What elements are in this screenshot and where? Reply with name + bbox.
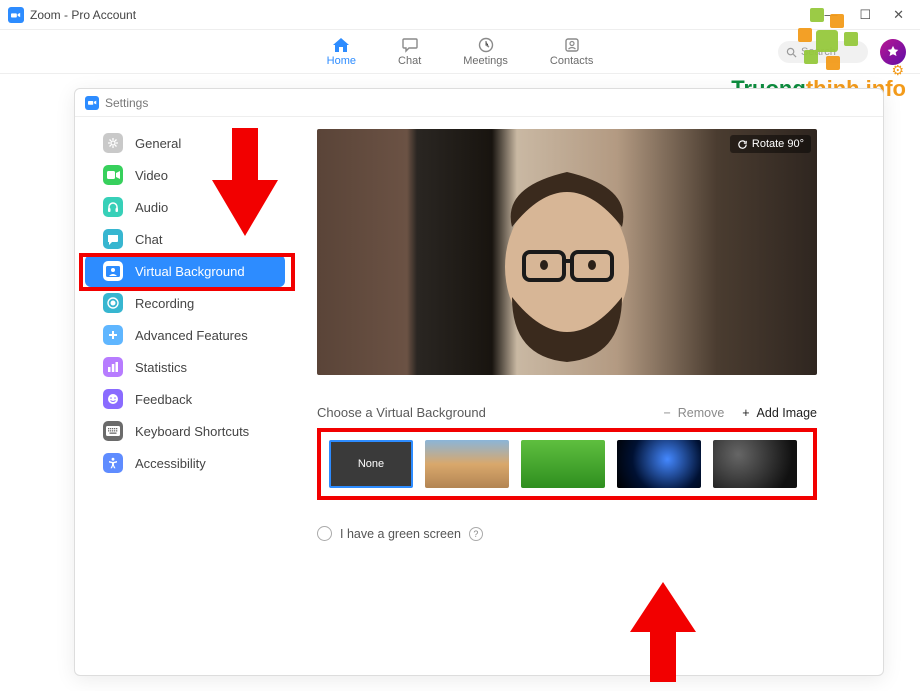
- gear-watermark-icon: ⚙: [891, 62, 904, 79]
- sidebar-item-label: General: [135, 136, 181, 151]
- nav-meetings[interactable]: Meetings: [463, 36, 508, 67]
- settings-content: Rotate 90° Choose a Virtual Background −…: [295, 117, 883, 675]
- sidebar-item-label: Accessibility: [135, 456, 206, 471]
- sidebar-item-label: Advanced Features: [135, 328, 248, 343]
- video-preview: Rotate 90°: [317, 129, 817, 375]
- background-thumbnails: None: [329, 440, 805, 488]
- nav-home[interactable]: Home: [327, 36, 356, 67]
- sidebar-item-audio[interactable]: Audio: [85, 191, 285, 223]
- record-icon: [103, 293, 123, 313]
- search-icon: [786, 47, 797, 58]
- sidebar-item-label: Audio: [135, 200, 168, 215]
- settings-title: Settings: [105, 96, 148, 110]
- bg-none-label: None: [358, 458, 384, 470]
- home-icon: [332, 36, 350, 54]
- zoom-icon-small: [85, 96, 99, 110]
- keyboard-icon: [103, 421, 123, 441]
- search-placeholder: Search: [801, 46, 836, 58]
- green-screen-row: I have a green screen ?: [317, 526, 861, 541]
- user-card-icon: [103, 261, 123, 281]
- sidebar-item-label: Video: [135, 168, 168, 183]
- gear-icon: [103, 133, 123, 153]
- settings-sidebar: General Video Audio Chat: [75, 117, 295, 675]
- window-title: Zoom - Pro Account: [30, 8, 136, 22]
- choose-bg-label: Choose a Virtual Background: [317, 405, 486, 420]
- sidebar-item-feedback[interactable]: Feedback: [85, 383, 285, 415]
- settings-window: Settings General Video Audio: [74, 88, 884, 676]
- titlebar: Zoom - Pro Account — ☐ ✕: [0, 0, 920, 30]
- webcam-person: [482, 157, 652, 367]
- help-icon[interactable]: ?: [469, 527, 483, 541]
- close-button[interactable]: ✕: [893, 7, 904, 23]
- minimize-button[interactable]: —: [824, 7, 837, 23]
- add-image-button[interactable]: + Add Image: [742, 406, 817, 420]
- sidebar-item-accessibility[interactable]: Accessibility: [85, 447, 285, 479]
- contacts-icon: [564, 36, 580, 54]
- maximize-button[interactable]: ☐: [859, 7, 871, 23]
- search-input[interactable]: Search: [778, 41, 868, 63]
- top-nav: Home Chat Meetings Contacts Search: [0, 30, 920, 74]
- sidebar-item-statistics[interactable]: Statistics: [85, 351, 285, 383]
- chat-bubble-icon: [103, 229, 123, 249]
- green-screen-checkbox[interactable]: [317, 526, 332, 541]
- sidebar-item-virtual-background[interactable]: Virtual Background: [85, 255, 285, 287]
- nav-home-label: Home: [327, 55, 356, 67]
- rotate-label: Rotate 90°: [752, 138, 804, 150]
- green-screen-label: I have a green screen: [340, 527, 461, 541]
- sidebar-item-label: Virtual Background: [135, 264, 245, 279]
- smile-icon: [103, 389, 123, 409]
- video-icon: [103, 165, 123, 185]
- sidebar-item-recording[interactable]: Recording: [85, 287, 285, 319]
- settings-header: Settings: [75, 89, 883, 117]
- sidebar-item-label: Recording: [135, 296, 194, 311]
- sidebar-item-label: Keyboard Shortcuts: [135, 424, 249, 439]
- sidebar-item-chat[interactable]: Chat: [85, 223, 285, 255]
- nav-contacts[interactable]: Contacts: [550, 36, 593, 67]
- nav-contacts-label: Contacts: [550, 55, 593, 67]
- rotate-button[interactable]: Rotate 90°: [730, 135, 811, 153]
- nav-chat-label: Chat: [398, 55, 421, 67]
- zoom-app-icon: [8, 7, 24, 23]
- bg-option-grass[interactable]: [521, 440, 605, 488]
- sidebar-item-general[interactable]: General: [85, 127, 285, 159]
- bg-option-earth[interactable]: [617, 440, 701, 488]
- chat-icon: [401, 36, 419, 54]
- clock-icon: [478, 36, 494, 54]
- nav-meetings-label: Meetings: [463, 55, 508, 67]
- sidebar-item-label: Feedback: [135, 392, 192, 407]
- nav-chat[interactable]: Chat: [398, 36, 421, 67]
- accessibility-icon: [103, 453, 123, 473]
- bg-option-none[interactable]: None: [329, 440, 413, 488]
- bg-option-custom[interactable]: [713, 440, 797, 488]
- headphones-icon: [103, 197, 123, 217]
- plus-icon: [103, 325, 123, 345]
- sidebar-item-video[interactable]: Video: [85, 159, 285, 191]
- background-thumbnails-highlight: None: [317, 428, 817, 500]
- choose-bg-row: Choose a Virtual Background − Remove + A…: [317, 405, 817, 420]
- bars-icon: [103, 357, 123, 377]
- sidebar-item-label: Statistics: [135, 360, 187, 375]
- sidebar-item-label: Chat: [135, 232, 162, 247]
- remove-image-button[interactable]: − Remove: [663, 406, 724, 420]
- sidebar-item-keyboard[interactable]: Keyboard Shortcuts: [85, 415, 285, 447]
- window-controls: — ☐ ✕: [824, 7, 912, 23]
- bg-option-bridge[interactable]: [425, 440, 509, 488]
- rotate-icon: [737, 139, 748, 150]
- sidebar-item-advanced[interactable]: Advanced Features: [85, 319, 285, 351]
